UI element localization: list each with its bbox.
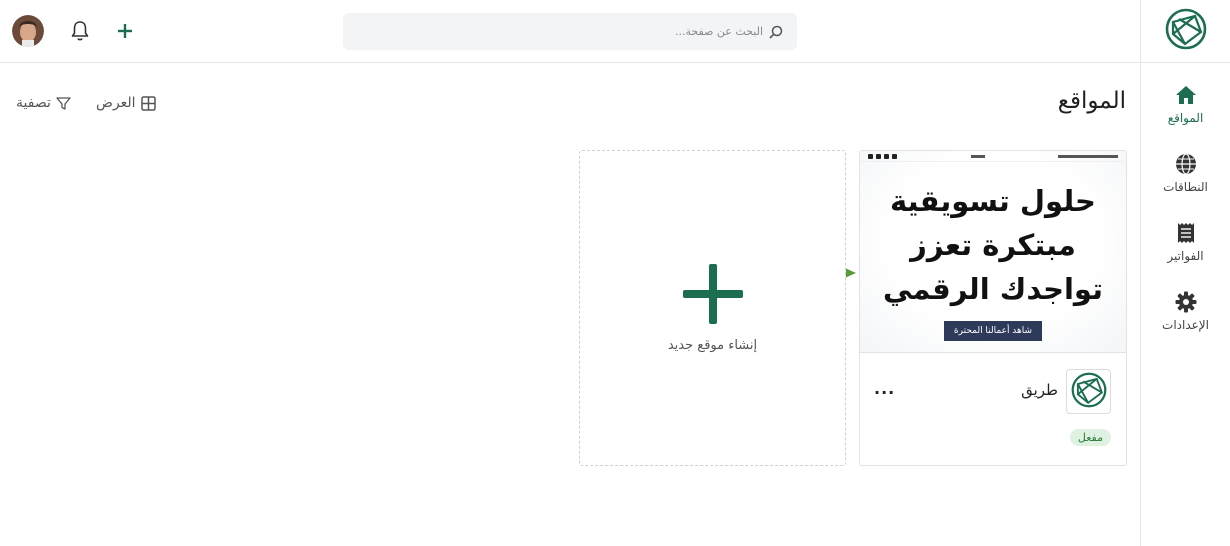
plus-icon	[683, 264, 743, 328]
notifications-button[interactable]	[70, 20, 90, 42]
globe-icon	[1175, 152, 1197, 176]
site-name[interactable]: طريق	[1021, 381, 1058, 399]
sidebar-item-label: المواقع	[1167, 111, 1204, 125]
brand-logo-icon	[1165, 8, 1207, 54]
sidebar-item-label: الإعدادات	[1162, 318, 1209, 332]
app: المواقع النطاقات الفواتير الإعدادات البح…	[0, 0, 1230, 546]
preview-headline: حلول تسويقية مبتكرة تعزز تواجدك الرقمي	[883, 184, 1103, 306]
filter-label: تصفية	[16, 95, 51, 111]
site-logo-icon	[1071, 372, 1107, 412]
site-logo	[1066, 369, 1111, 414]
sidebar-item-sites[interactable]: المواقع	[1141, 83, 1230, 152]
sidebar-item-label: النطاقات	[1163, 180, 1208, 194]
create-site-label: إنشاء موقع جديد	[667, 338, 758, 353]
bell-icon	[70, 21, 90, 46]
status-badge: مفعل	[1069, 429, 1111, 446]
sidebar-item-domains[interactable]: النطاقات	[1141, 152, 1230, 221]
search-input[interactable]	[663, 25, 763, 38]
search-icon	[769, 25, 783, 39]
sidebar-item-label: الفواتير	[1167, 249, 1204, 263]
sidebar-item-invoices[interactable]: الفواتير	[1141, 221, 1230, 290]
page-title: المواقع	[1057, 88, 1126, 114]
site-card-info: طريق ... مفعل	[860, 353, 1126, 465]
home-icon	[1175, 83, 1197, 107]
filter-button[interactable]: تصفية	[16, 95, 71, 111]
preview-navbar	[860, 151, 1126, 162]
top-header	[0, 0, 1140, 63]
sidebar: المواقع النطاقات الفواتير الإعدادات	[1140, 0, 1230, 546]
site-preview[interactable]: حلول تسويقية مبتكرة تعزز تواجدك الرقمي ش…	[860, 151, 1126, 353]
sidebar-item-settings[interactable]: الإعدادات	[1141, 290, 1230, 359]
user-avatar[interactable]	[12, 15, 44, 47]
grid-icon	[140, 95, 156, 111]
sidebar-nav: المواقع النطاقات الفواتير الإعدادات	[1141, 63, 1230, 359]
search-box[interactable]	[343, 13, 797, 50]
logo-container[interactable]	[1141, 0, 1230, 63]
filter-icon	[56, 96, 71, 111]
preview-cta-button: شاهد أعمالنا المحترة	[944, 321, 1042, 341]
create-site-card[interactable]: إنشاء موقع جديد	[579, 150, 846, 466]
more-options-button[interactable]: ...	[874, 379, 895, 398]
plus-icon	[114, 24, 136, 46]
gear-icon	[1175, 290, 1197, 314]
view-label: العرض	[96, 95, 136, 111]
preview-social-icons	[868, 153, 897, 159]
view-button[interactable]: العرض	[96, 95, 156, 111]
receipt-icon	[1177, 221, 1195, 245]
add-button[interactable]	[114, 20, 136, 42]
site-card[interactable]: حلول تسويقية مبتكرة تعزز تواجدك الرقمي ش…	[859, 150, 1127, 466]
